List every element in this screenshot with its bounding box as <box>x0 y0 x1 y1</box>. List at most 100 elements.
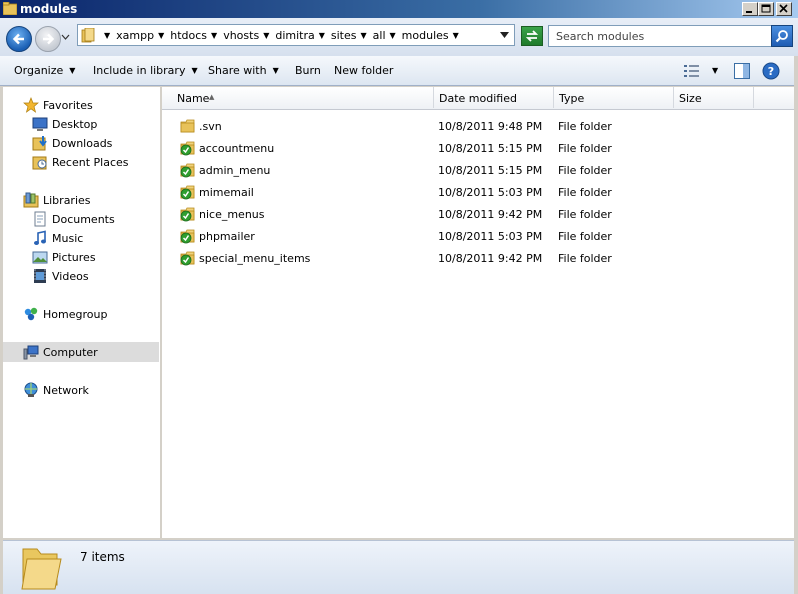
pictures-icon <box>32 251 48 264</box>
folder-icon <box>81 28 95 43</box>
breadcrumb-item[interactable]: modules <box>402 29 449 42</box>
column-header-type[interactable]: Type <box>554 87 674 108</box>
breadcrumb-arrow-icon[interactable]: ▼ <box>158 31 164 40</box>
documents-icon <box>34 211 46 227</box>
file-type: File folder <box>558 120 612 133</box>
star-icon <box>23 97 39 113</box>
breadcrumb-item[interactable]: sites <box>331 29 357 42</box>
breadcrumb-item[interactable]: xampp <box>116 29 154 42</box>
title-bar[interactable]: modules <box>0 0 798 18</box>
libraries-icon <box>23 192 39 208</box>
recent-pages-dropdown-icon[interactable] <box>61 34 70 40</box>
preview-pane-icon[interactable] <box>734 63 750 79</box>
details-pane: 7 items <box>3 540 794 594</box>
refresh-icon <box>525 30 539 42</box>
desktop-icon <box>32 117 48 131</box>
help-icon[interactable]: ? <box>762 62 780 80</box>
breadcrumb-arrow-icon[interactable]: ▼ <box>263 31 269 40</box>
file-date: 10/8/2011 5:03 PM <box>438 230 543 243</box>
file-date: 10/8/2011 5:15 PM <box>438 142 543 155</box>
address-row: ▼ xampp ▼ htdocs ▼ vhosts ▼ dimitra ▼ sites ▼ all ▼ m… <box>0 18 798 56</box>
breadcrumb-arrow-icon[interactable]: ▼ <box>453 31 459 40</box>
table-row[interactable]: .svn 10/8/2011 9:48 PM File folder <box>162 115 794 137</box>
svn-folder-icon <box>180 207 195 222</box>
table-row[interactable]: admin_menu 10/8/2011 5:15 PM File folder <box>162 159 794 181</box>
nav-videos-label: Videos <box>52 270 89 283</box>
include-in-library-label: Include in library <box>93 64 186 77</box>
file-name: phpmailer <box>199 230 255 243</box>
computer-icon <box>23 345 39 360</box>
dropdown-arrow-icon: ▼ <box>69 66 76 75</box>
dropdown-arrow-icon: ▼ <box>272 66 279 75</box>
maximize-button[interactable] <box>758 2 774 16</box>
recent-places-icon <box>32 156 47 170</box>
organize-label: Organize <box>14 64 64 77</box>
new-folder-label: New folder <box>334 64 394 77</box>
nav-favorites-label: Favorites <box>43 99 93 112</box>
folder-icon <box>3 2 17 15</box>
svn-folder-icon <box>180 185 195 200</box>
breadcrumb-item[interactable]: vhosts <box>223 29 259 42</box>
column-header-size[interactable]: Size <box>674 87 754 108</box>
breadcrumb-item[interactable]: dimitra <box>275 29 314 42</box>
column-header-name[interactable]: Name ▲ <box>162 87 434 108</box>
file-date: 10/8/2011 9:48 PM <box>438 120 543 133</box>
view-dropdown-icon[interactable]: ▼ <box>712 66 718 75</box>
breadcrumb-arrow-icon[interactable]: ▼ <box>319 31 325 40</box>
organize-button[interactable]: Organize ▼ <box>14 64 75 77</box>
table-row[interactable]: special_menu_items 10/8/2011 9:42 PM Fil… <box>162 247 794 269</box>
forward-arrow-icon <box>43 33 55 45</box>
breadcrumb-arrow-icon[interactable]: ▼ <box>361 31 367 40</box>
include-in-library-button[interactable]: Include in library ▼ <box>93 64 198 77</box>
forward-button[interactable] <box>35 26 61 52</box>
breadcrumb-item[interactable]: all <box>373 29 386 42</box>
file-date: 10/8/2011 9:42 PM <box>438 208 543 221</box>
new-folder-button[interactable]: New folder <box>334 64 393 77</box>
file-name: special_menu_items <box>199 252 311 265</box>
search-button[interactable] <box>771 25 793 47</box>
folder-icon <box>21 548 62 590</box>
file-name: accountmenu <box>199 142 275 155</box>
breadcrumb-arrow-icon[interactable]: ▼ <box>390 31 396 40</box>
table-row[interactable]: accountmenu 10/8/2011 5:15 PM File folde… <box>162 137 794 159</box>
refresh-button[interactable] <box>521 26 543 46</box>
nav-libraries-label: Libraries <box>43 194 91 207</box>
svn-folder-icon <box>180 141 195 156</box>
search-field[interactable]: Search modules <box>548 25 772 47</box>
file-type: File folder <box>558 208 612 221</box>
table-row[interactable]: phpmailer 10/8/2011 5:03 PM File folder <box>162 225 794 247</box>
nav-pictures-label: Pictures <box>52 251 96 264</box>
nav-computer-label: Computer <box>43 346 98 359</box>
address-bar[interactable]: ▼ xampp ▼ htdocs ▼ vhosts ▼ dimitra ▼ sites ▼ all ▼ m… <box>77 24 515 46</box>
file-date: 10/8/2011 5:03 PM <box>438 186 543 199</box>
navigation-pane[interactable]: Favorites Desktop Downloads Recent Place… <box>3 87 160 538</box>
table-row[interactable]: mimemail 10/8/2011 5:03 PM File folder <box>162 181 794 203</box>
change-view-icon[interactable] <box>684 64 700 78</box>
sort-ascending-icon: ▲ <box>209 93 215 101</box>
nav-music-label: Music <box>52 232 84 245</box>
network-icon <box>24 382 38 397</box>
homegroup-icon <box>24 307 38 321</box>
nav-documents-label: Documents <box>52 213 115 226</box>
command-bar: Organize ▼ Include in library ▼ Share with… <box>0 56 798 86</box>
breadcrumb-item[interactable]: htdocs <box>170 29 207 42</box>
back-button[interactable] <box>6 26 32 52</box>
close-button[interactable] <box>776 2 792 16</box>
breadcrumb-arrow-icon[interactable]: ▼ <box>211 31 217 40</box>
address-history-dropdown-icon[interactable] <box>500 32 509 38</box>
breadcrumb: ▼ xampp ▼ htdocs ▼ vhosts ▼ dimitra ▼ sites ▼ all ▼ m… <box>100 29 465 42</box>
share-with-button[interactable]: Share with ▼ <box>208 64 279 77</box>
breadcrumb-arrow-icon[interactable]: ▼ <box>104 31 110 40</box>
column-header-label: Name <box>177 92 210 105</box>
downloads-icon <box>32 136 47 151</box>
column-header-label: Size <box>679 92 702 105</box>
column-header-label: Type <box>559 92 585 105</box>
burn-button[interactable]: Burn <box>295 64 321 77</box>
table-row[interactable]: nice_menus 10/8/2011 9:42 PM File folder <box>162 203 794 225</box>
column-header-date-modified[interactable]: Date modified <box>434 87 554 108</box>
file-list[interactable]: Name ▲ Date modified Type Size .svn 10/8… <box>162 87 794 538</box>
minimize-button[interactable] <box>742 2 758 16</box>
search-input[interactable]: Search modules <box>556 30 644 43</box>
svn-folder-icon <box>180 251 195 266</box>
window-border <box>794 56 798 594</box>
